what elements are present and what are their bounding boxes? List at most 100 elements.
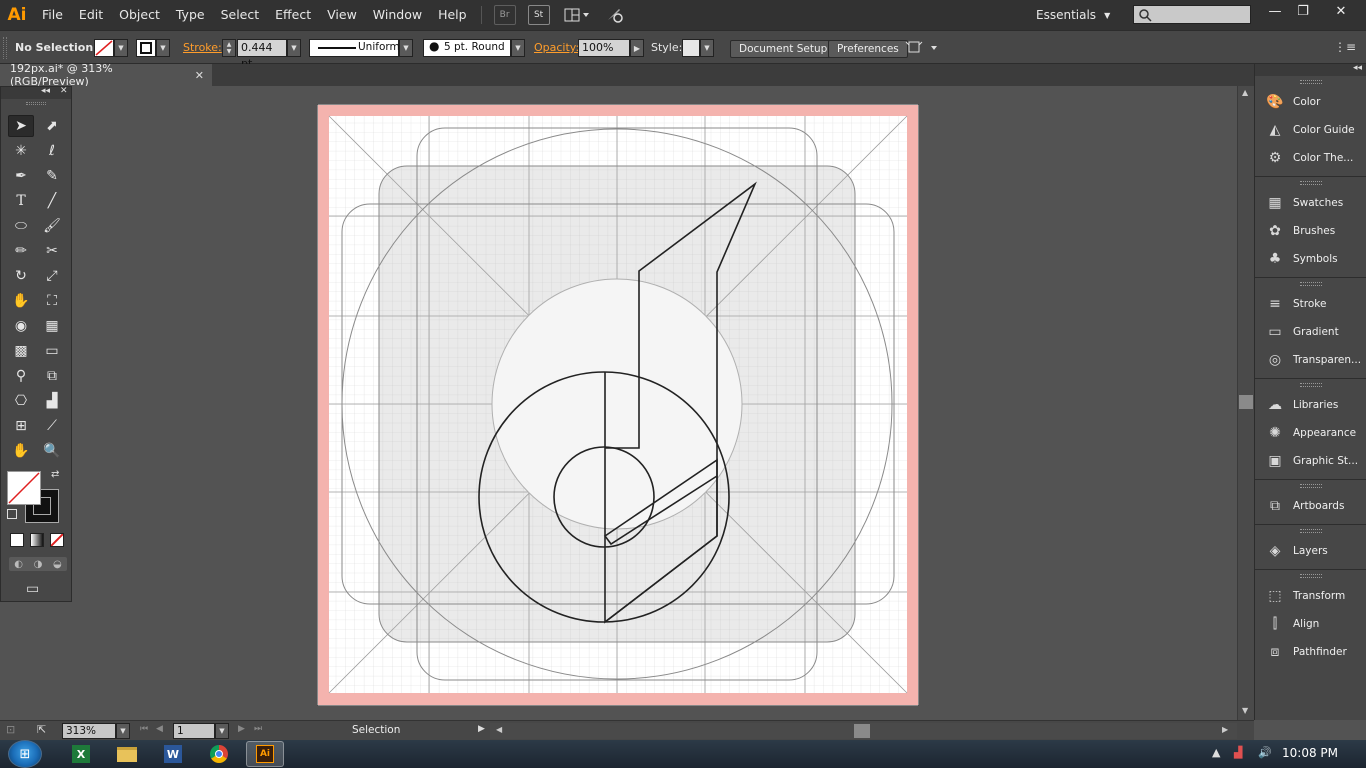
scroll-left-icon[interactable]: ◀	[496, 725, 502, 734]
panel-color-palette[interactable]: 🎨 Color	[1255, 88, 1366, 116]
ellipse-tool-icon[interactable]: ⬭	[8, 215, 34, 237]
document-tab[interactable]: 192px.ai* @ 313% (RGB/Preview) ✕	[0, 62, 212, 88]
panel-transform[interactable]: ⬚ Transform	[1255, 582, 1366, 610]
opacity-label[interactable]: Opacity:	[534, 41, 579, 54]
panel-symbols[interactable]: ♣ Symbols	[1255, 245, 1366, 273]
hscroll-thumb[interactable]	[854, 724, 870, 738]
draw-normal-icon[interactable]: ◐	[14, 559, 23, 570]
stroke-weight-input[interactable]: 0.444 pt	[237, 39, 287, 70]
default-colors-icon[interactable]	[7, 509, 17, 519]
share-icon[interactable]: ⊡	[6, 723, 15, 736]
perspective-grid-tool-icon[interactable]: ▦	[39, 315, 65, 337]
scale-tool-icon[interactable]: ⤢	[39, 265, 65, 287]
swap-fill-stroke-icon[interactable]: ⇄	[51, 469, 59, 480]
variable-width-profile[interactable]: Uniform	[309, 39, 400, 57]
panel-artboards[interactable]: ⧉ Artboards	[1255, 492, 1366, 520]
mesh-tool-icon[interactable]: ▩	[8, 340, 34, 362]
scroll-down-icon[interactable]: ▼	[1242, 706, 1248, 715]
artboard-tool-icon[interactable]: ⊞	[8, 415, 34, 437]
style-dropdown[interactable]: ▼	[700, 39, 714, 57]
panel-gradient[interactable]: ▭ Gradient	[1255, 318, 1366, 346]
first-artboard-icon[interactable]: ⏮	[140, 724, 148, 734]
minimize-button[interactable]: —	[1260, 0, 1290, 22]
word-taskbar-button[interactable]: W	[154, 741, 192, 767]
panel-transparency[interactable]: ◎ Transparen...	[1255, 346, 1366, 374]
free-transform-tool-icon[interactable]: ⛶	[39, 290, 65, 312]
type-tool-icon[interactable]: T	[8, 190, 34, 212]
file-explorer-taskbar-button[interactable]	[108, 741, 146, 767]
artboard-dropdown[interactable]: ▼	[215, 723, 229, 739]
panel-group-grip[interactable]	[1255, 177, 1366, 189]
arrange-icon[interactable]	[905, 39, 941, 60]
panel-layers[interactable]: ◈ Layers	[1255, 537, 1366, 565]
zoom-input[interactable]: 313%	[62, 723, 116, 739]
menu-effect[interactable]: Effect	[267, 0, 319, 30]
vertical-scrollbar[interactable]: ▲ ▼	[1237, 86, 1254, 720]
gpu-performance-button[interactable]	[604, 5, 626, 25]
fill-swatch[interactable]	[94, 39, 114, 57]
panel-grip[interactable]	[3, 37, 7, 59]
paintbrush-tool-icon[interactable]: 🖌	[39, 215, 65, 237]
volume-icon[interactable]: 🔊	[1258, 746, 1272, 759]
panel-libraries[interactable]: ☁ Libraries	[1255, 391, 1366, 419]
panel-group-grip[interactable]	[1255, 570, 1366, 582]
menu-select[interactable]: Select	[213, 0, 268, 30]
hand-tool-icon[interactable]: ✋	[8, 440, 34, 462]
scroll-thumb[interactable]	[1239, 395, 1253, 409]
canvas[interactable]	[0, 86, 1237, 720]
draw-inside-icon[interactable]: ◒	[53, 559, 62, 570]
stroke-color-dropdown[interactable]: ▼	[156, 39, 170, 57]
toolbox-grip[interactable]	[1, 99, 71, 107]
expand-panels-icon[interactable]: ◂◂	[1353, 63, 1362, 73]
stroke-stepper[interactable]: ▲ ▼	[222, 39, 236, 57]
network-icon[interactable]: ▟	[1234, 746, 1242, 759]
blend-tool-icon[interactable]: ⧉	[39, 365, 65, 387]
workspace-switcher[interactable]: Essentials ▼	[1036, 0, 1110, 30]
none-mode-button[interactable]	[50, 533, 64, 547]
direct-selection-tool-icon[interactable]: ⬈	[39, 115, 65, 137]
panel-group-grip[interactable]	[1255, 278, 1366, 290]
menu-type[interactable]: Type	[168, 0, 213, 30]
pen-tool-icon[interactable]: ✒	[8, 165, 34, 187]
opacity-slider-button[interactable]: ▶	[630, 39, 644, 57]
panel-menu-icon[interactable]: ⋮≡	[1334, 40, 1356, 54]
panel-group-grip[interactable]	[1255, 379, 1366, 391]
menu-edit[interactable]: Edit	[71, 0, 111, 30]
rotate-tool-icon[interactable]: ↻	[8, 265, 34, 287]
toolbox-header[interactable]: ◂◂ ✕	[1, 86, 71, 99]
panel-appearance[interactable]: ✺ Appearance	[1255, 419, 1366, 447]
pencil-tool-icon[interactable]: ✏	[8, 240, 34, 262]
panel-group-grip[interactable]	[1255, 480, 1366, 492]
opacity-input[interactable]: 100%	[578, 39, 630, 57]
close-button[interactable]: ✕	[1326, 0, 1356, 22]
show-hidden-icons[interactable]: ▲	[1212, 746, 1220, 759]
color-mode-button[interactable]	[10, 533, 24, 547]
artboard-number-input[interactable]: 1	[173, 723, 215, 739]
scissors-tool-icon[interactable]: ✂	[39, 240, 65, 262]
stroke-weight-dropdown[interactable]: ▼	[287, 39, 301, 57]
restore-button[interactable]: ❐	[1288, 0, 1318, 22]
curvature-tool-icon[interactable]: ✎	[39, 165, 65, 187]
document-setup-button[interactable]: Document Setup	[730, 40, 837, 58]
excel-taskbar-button[interactable]: X	[62, 741, 100, 767]
stroke-swatch[interactable]	[136, 39, 156, 57]
close-icon[interactable]: ✕	[60, 86, 68, 96]
draw-mode-buttons[interactable]: ◐ ◑ ◒	[9, 557, 67, 571]
panel-graphic-styles[interactable]: ▣ Graphic St...	[1255, 447, 1366, 475]
screen-mode-icon[interactable]: ▭	[26, 581, 39, 597]
start-button[interactable]: ⊞	[8, 740, 42, 768]
menu-file[interactable]: File	[34, 0, 71, 30]
taskbar-clock[interactable]: 10:08 PM	[1282, 746, 1338, 760]
panel-brushes[interactable]: ✿ Brushes	[1255, 217, 1366, 245]
brush-definition[interactable]: ● 5 pt. Round	[423, 39, 511, 57]
profile-dropdown[interactable]: ▼	[399, 39, 413, 57]
export-icon[interactable]: ⇱	[37, 723, 46, 736]
collapse-icon[interactable]: ◂◂	[41, 86, 50, 96]
panel-pathfinder[interactable]: ⧈ Pathfinder	[1255, 638, 1366, 666]
panel-dock-header[interactable]: ◂◂	[1255, 63, 1366, 76]
gradient-mode-button[interactable]	[30, 533, 44, 547]
brush-dropdown[interactable]: ▼	[511, 39, 525, 57]
panel-stroke[interactable]: ≡ Stroke	[1255, 290, 1366, 318]
next-artboard-icon[interactable]: ▶	[238, 724, 245, 734]
scroll-up-icon[interactable]: ▲	[1242, 88, 1248, 97]
